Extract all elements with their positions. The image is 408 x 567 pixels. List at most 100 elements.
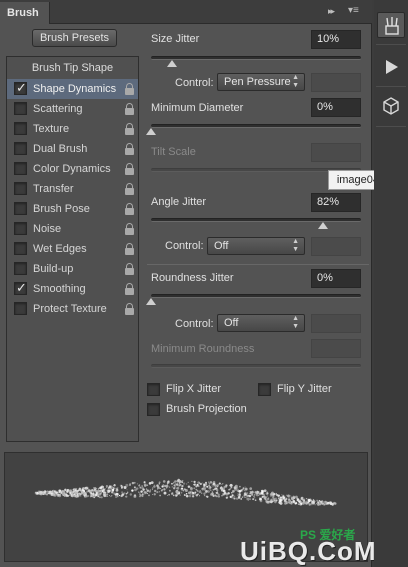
wet-edges-label: Wet Edges — [33, 243, 87, 255]
flip-x-label: Flip X Jitter — [166, 383, 222, 395]
angle-control-value: Off — [214, 240, 229, 252]
dual-brush-label: Dual Brush — [33, 143, 88, 155]
panel-tab-bar: Brush ▸▸ ▾≡ — [0, 0, 372, 24]
lock-icon[interactable] — [125, 123, 134, 135]
checkmark-icon: ✓ — [16, 280, 27, 295]
size-control-extra-field — [311, 73, 361, 92]
brush-options-list: Brush Tip Shape ✓ Shape Dynamics Scatterin… — [6, 56, 139, 442]
list-item-build-up[interactable]: Build-up — [7, 259, 138, 279]
color-dynamics-label: Color Dynamics — [33, 163, 111, 175]
flip-x-checkbox[interactable] — [147, 383, 160, 396]
angle-jitter-slider[interactable] — [151, 218, 361, 229]
toolbar-divider — [376, 44, 406, 45]
protect-texture-checkbox[interactable] — [14, 302, 27, 315]
roundness-jitter-thumb[interactable] — [146, 298, 156, 305]
right-toolbar — [374, 0, 408, 567]
minimum-diameter-field[interactable]: 0% — [311, 98, 361, 117]
lock-icon[interactable] — [125, 143, 134, 155]
lock-icon[interactable] — [125, 83, 134, 95]
build-up-checkbox[interactable] — [14, 262, 27, 275]
wet-edges-checkbox[interactable] — [14, 242, 27, 255]
size-control-dropdown[interactable]: Pen Pressure ▲ ▼ — [217, 73, 305, 91]
list-item-noise[interactable]: Noise — [7, 219, 138, 239]
shape-dynamics-checkbox[interactable]: ✓ — [14, 80, 27, 95]
shape-dynamics-label: Shape Dynamics — [33, 83, 117, 95]
lock-icon[interactable] — [125, 243, 134, 255]
size-jitter-label: Size Jitter — [151, 33, 200, 45]
list-item-brush-pose[interactable]: Brush Pose — [7, 199, 138, 219]
list-item-texture[interactable]: Texture — [7, 119, 138, 139]
lock-icon[interactable] — [125, 223, 134, 235]
size-control-value: Pen Pressure — [224, 76, 291, 88]
minimum-diameter-thumb[interactable] — [146, 128, 156, 135]
brush-projection-checkbox[interactable] — [147, 403, 160, 416]
angle-jitter-field[interactable]: 82% — [311, 193, 361, 212]
noise-checkbox[interactable] — [14, 222, 27, 235]
tilt-scale-label: Tilt Scale — [151, 146, 196, 158]
list-item-protect-texture[interactable]: Protect Texture — [7, 299, 138, 319]
size-jitter-slider[interactable] — [151, 56, 361, 67]
dual-brush-checkbox[interactable] — [14, 142, 27, 155]
toolbar-divider — [376, 126, 406, 127]
shape-dynamics-settings: Size Jitter 10% Control: Pen Pressure ▲ ▼… — [145, 24, 372, 444]
list-item-transfer[interactable]: Transfer — [7, 179, 138, 199]
protect-texture-label: Protect Texture — [33, 303, 107, 315]
texture-checkbox[interactable] — [14, 122, 27, 135]
angle-jitter-thumb[interactable] — [318, 222, 329, 229]
minimum-diameter-slider[interactable] — [146, 124, 361, 135]
texture-label: Texture — [33, 123, 70, 135]
roundness-control-extra-field — [311, 314, 361, 333]
angle-control-dropdown[interactable]: Off ▲ ▼ — [207, 237, 305, 255]
dropdown-arrows-icon: ▲ ▼ — [292, 315, 299, 330]
color-dynamics-checkbox[interactable] — [14, 162, 27, 175]
tilt-scale-field — [311, 143, 361, 162]
section-divider — [147, 264, 369, 265]
brush-pose-checkbox[interactable] — [14, 202, 27, 215]
build-up-label: Build-up — [33, 263, 74, 275]
collapse-panel-icon[interactable]: ▸▸ — [328, 5, 342, 17]
size-jitter-thumb[interactable] — [167, 60, 177, 67]
transfer-checkbox[interactable] — [14, 182, 27, 195]
lock-icon[interactable] — [125, 183, 134, 195]
size-control-label: Control: — [175, 77, 214, 89]
lock-icon[interactable] — [125, 103, 134, 115]
cube-3d-icon[interactable] — [377, 94, 405, 120]
lock-icon[interactable] — [125, 303, 134, 315]
size-jitter-field[interactable]: 10% — [311, 30, 361, 49]
flip-y-checkbox[interactable] — [258, 383, 271, 396]
watermark-main-text: UiBQ.CoM — [240, 536, 377, 566]
roundness-jitter-slider[interactable] — [146, 294, 361, 305]
list-item-color-dynamics[interactable]: Color Dynamics — [7, 159, 138, 179]
lock-icon[interactable] — [125, 263, 134, 275]
list-item-dual-brush[interactable]: Dual Brush — [7, 139, 138, 159]
minimum-diameter-label: Minimum Diameter — [151, 102, 244, 114]
scattering-label: Scattering — [33, 103, 83, 115]
brush-panel: Brush ▸▸ ▾≡ Brush Presets Brush Tip Shap… — [0, 0, 394, 567]
minimum-roundness-slider — [151, 364, 361, 368]
brush-pose-label: Brush Pose — [33, 203, 90, 215]
smoothing-checkbox[interactable]: ✓ — [14, 280, 27, 295]
brush-presets-button[interactable]: Brush Presets — [32, 29, 117, 47]
panel-menu-icon[interactable]: ▾≡ — [348, 5, 366, 17]
brush-tip-shape-header[interactable]: Brush Tip Shape — [7, 57, 138, 79]
list-item-scattering[interactable]: Scattering — [7, 99, 138, 119]
lock-icon[interactable] — [125, 203, 134, 215]
roundness-control-value: Off — [224, 317, 239, 329]
smoothing-label: Smoothing — [33, 283, 86, 295]
list-item-wet-edges[interactable]: Wet Edges — [7, 239, 138, 259]
dropdown-arrows-icon: ▲ ▼ — [292, 74, 299, 89]
list-item-shape-dynamics[interactable]: ✓ Shape Dynamics — [7, 79, 138, 99]
roundness-control-label: Control: — [175, 318, 214, 330]
lock-icon[interactable] — [125, 283, 134, 295]
brush-panel-icon[interactable] — [377, 12, 405, 38]
play-icon[interactable] — [377, 54, 405, 80]
roundness-jitter-field[interactable]: 0% — [311, 269, 361, 288]
list-item-smoothing[interactable]: ✓ Smoothing — [7, 279, 138, 299]
flip-y-label: Flip Y Jitter — [277, 383, 332, 395]
roundness-control-dropdown[interactable]: Off ▲ ▼ — [217, 314, 305, 332]
scattering-checkbox[interactable] — [14, 102, 27, 115]
noise-label: Noise — [33, 223, 62, 235]
tab-brush[interactable]: Brush — [0, 2, 50, 24]
lock-icon[interactable] — [125, 163, 134, 175]
brush-projection-label: Brush Projection — [166, 403, 247, 415]
